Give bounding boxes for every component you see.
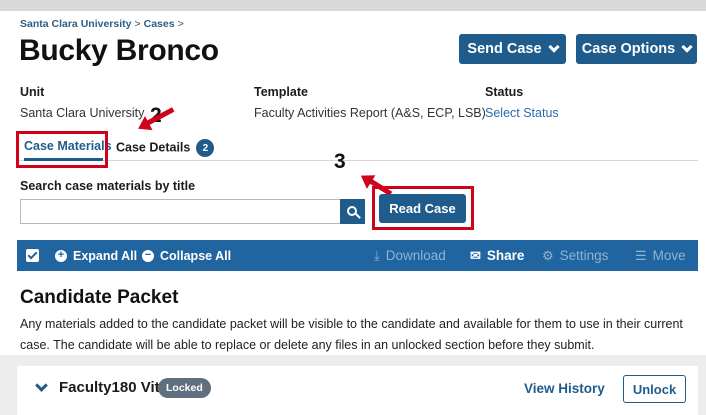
settings-button[interactable]: ⚙ Settings: [542, 240, 608, 271]
search-label: Search case materials by title: [20, 179, 196, 193]
window-top-bar: [0, 0, 706, 11]
case-details-count-badge: 2: [196, 139, 215, 157]
plus-circle-icon: +: [55, 249, 67, 262]
section-card: Faculty180 Vita Locked View History Unlo…: [17, 366, 698, 415]
page-title: Bucky Bronco: [19, 34, 219, 67]
breadcrumb-cases-link[interactable]: Cases: [144, 18, 175, 30]
annotation-highlight-box: [372, 186, 474, 230]
materials-toolbar: + Expand All − Collapse All ⤓ Download ✉…: [17, 240, 698, 271]
move-button[interactable]: ☰ Move: [635, 240, 686, 271]
search-icon: [346, 205, 357, 216]
chevron-down-icon: [547, 40, 560, 53]
search-button[interactable]: [340, 199, 365, 224]
download-button[interactable]: ⤓ Download: [374, 240, 446, 271]
send-case-label: Send Case: [467, 41, 542, 57]
tab-case-details-label: Case Details: [116, 140, 191, 155]
mail-icon: ✉: [470, 248, 481, 263]
settings-label: Settings: [559, 248, 609, 263]
select-status-link[interactable]: Select Status: [485, 106, 559, 120]
case-options-button[interactable]: Case Options: [576, 34, 697, 64]
share-button[interactable]: ✉ Share: [470, 240, 524, 271]
select-all-checkbox[interactable]: [26, 240, 39, 271]
locked-status-badge: Locked: [158, 378, 211, 398]
expand-all-button[interactable]: + Expand All: [55, 240, 137, 271]
template-label: Template: [254, 85, 308, 99]
search-input[interactable]: [20, 199, 340, 224]
share-label: Share: [486, 248, 525, 263]
section-title[interactable]: Faculty180 Vita: [59, 379, 168, 396]
chevron-down-icon[interactable]: [35, 379, 48, 392]
unlock-button[interactable]: Unlock: [623, 375, 686, 403]
candidate-packet-heading: Candidate Packet: [20, 287, 179, 308]
annotation-number-3: 3: [334, 150, 346, 173]
breadcrumb-root-link[interactable]: Santa Clara University: [20, 18, 131, 30]
template-value: Faculty Activities Report (A&S, ECP, LSB…: [254, 106, 486, 120]
move-icon: ☰: [635, 248, 647, 263]
breadcrumb: Santa Clara University > Cases >: [20, 18, 187, 30]
download-label: Download: [385, 248, 446, 263]
collapse-all-label: Collapse All: [160, 248, 232, 263]
tabs-divider: [17, 160, 698, 161]
status-label: Status: [485, 85, 524, 99]
download-icon: ⤓: [374, 248, 380, 263]
expand-all-label: Expand All: [73, 248, 138, 263]
collapse-all-button[interactable]: − Collapse All: [142, 240, 231, 271]
gear-icon: ⚙: [542, 248, 554, 263]
breadcrumb-separator: >: [177, 18, 184, 30]
tab-case-details[interactable]: Case Details 2: [116, 139, 215, 157]
minus-circle-icon: −: [142, 249, 154, 262]
view-history-link[interactable]: View History: [524, 381, 605, 396]
unit-value: Santa Clara University: [20, 106, 145, 120]
chevron-down-icon: [681, 40, 693, 53]
case-options-label: Case Options: [581, 41, 676, 57]
unit-label: Unit: [20, 85, 45, 99]
candidate-packet-description: Any materials added to the candidate pac…: [20, 317, 683, 352]
move-label: Move: [652, 248, 686, 263]
breadcrumb-separator: >: [134, 18, 141, 30]
checkbox-icon: [26, 249, 39, 262]
send-case-button[interactable]: Send Case: [459, 34, 566, 64]
annotation-highlight-box: [16, 131, 108, 168]
